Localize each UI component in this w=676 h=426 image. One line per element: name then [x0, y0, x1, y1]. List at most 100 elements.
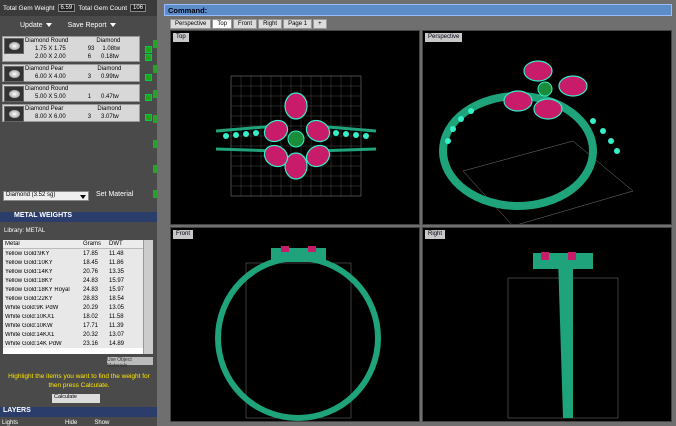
- gem-group-4[interactable]: Diamond Pear Diamond 8.00 X 6.00 3 3.07tw: [2, 104, 152, 122]
- table-row[interactable]: White Gold:10KW 17.71 11.39: [3, 321, 143, 330]
- table-cell: Yellow Gold:18KY: [5, 277, 53, 284]
- gem-tw: 0.47tw: [101, 94, 119, 100]
- gem-size: 2.00 X 2.00: [35, 54, 66, 60]
- table-row[interactable]: White Gold:14K PdW 23.16 14.89: [3, 339, 143, 348]
- table-cell: 15.97: [109, 277, 125, 284]
- table-row[interactable]: Yellow Gold:18KY 24.83 15.97: [3, 276, 143, 285]
- gem-title: Diamond Round: [25, 38, 69, 44]
- side-toggle-icon[interactable]: [153, 115, 157, 123]
- table-cell: 11.48: [109, 250, 124, 257]
- tab-3[interactable]: Right: [258, 19, 283, 29]
- layer-lights-label[interactable]: Lights: [2, 420, 18, 426]
- gem-actions: Update Save Report: [0, 18, 157, 32]
- show-button[interactable]: Show: [94, 420, 109, 426]
- viewport-right[interactable]: Right: [422, 227, 672, 422]
- setting-head-front: [271, 248, 326, 262]
- table-row[interactable]: Yellow Gold:22KY 28.83 18.54: [3, 294, 143, 303]
- material-select[interactable]: Diamond (3.52 sg): [3, 191, 89, 201]
- gem-qty: 3: [87, 74, 92, 80]
- table-cell: Yellow Gold:22KY: [5, 295, 53, 302]
- select-arrow-icon[interactable]: [145, 114, 152, 121]
- gem-type: Diamond: [97, 66, 122, 72]
- tab-2[interactable]: Front: [233, 19, 258, 29]
- side-toggle-icon[interactable]: [153, 165, 157, 173]
- table-cell: White Gold:14K PdW: [5, 340, 62, 347]
- tab-1[interactable]: Top: [212, 19, 233, 29]
- side-toggle-icon[interactable]: [153, 90, 157, 98]
- gem-qty: 93: [87, 46, 95, 52]
- gem-group-2[interactable]: Diamond Pear Diamond 6.00 X 4.00 3 0.99tw: [2, 64, 152, 82]
- table-cell: 20.29: [83, 304, 99, 311]
- table-cell: 24.83: [83, 277, 99, 284]
- tab-5[interactable]: +: [313, 19, 327, 29]
- top-view-render: [215, 75, 377, 197]
- table-cell: 17.71: [83, 322, 99, 329]
- gem-tw: 0.18tw: [101, 54, 119, 60]
- material-select-value: Diamond (3.52 sg): [6, 192, 56, 198]
- gem-weight-label: Total Gem Weight: [3, 4, 55, 12]
- table-cell: 24.83: [83, 286, 99, 293]
- ring-band-front: [215, 255, 381, 421]
- table-row[interactable]: White Gold:10KX1 18.02 11.58: [3, 312, 143, 321]
- gem-tw: 3.07tw: [101, 114, 119, 120]
- table-header: Metal Grams DWT: [3, 240, 143, 249]
- update-button[interactable]: Update: [20, 22, 43, 29]
- side-toggle-icon[interactable]: [153, 65, 157, 73]
- gem-type: Diamond: [97, 106, 122, 112]
- table-scrollbar[interactable]: [143, 240, 153, 354]
- chevron-down-icon: [80, 195, 86, 199]
- table-cell: 17.85: [83, 250, 99, 257]
- table-row[interactable]: White Gold:9K PdW 20.29 13.05: [3, 303, 143, 312]
- tab-4[interactable]: Page 1: [283, 19, 313, 29]
- gem-title: Diamond Pear: [25, 106, 64, 112]
- diamond-pear-icon: [4, 66, 24, 82]
- table-row[interactable]: Yellow Gold:14KY 20.76 13.35: [3, 267, 143, 276]
- library-label: Library: METAL: [4, 228, 46, 234]
- calculate-label: Calculate: [54, 394, 77, 400]
- gem-type: Diamond: [96, 38, 121, 44]
- viewport-front[interactable]: Front: [170, 227, 420, 422]
- table-cell: 18.02: [83, 313, 99, 320]
- metal-table[interactable]: Metal Grams DWT Yellow Gold:9KY 17.85 11.4…: [3, 240, 143, 354]
- save-report-dropdown-icon[interactable]: [109, 23, 116, 27]
- set-material-button[interactable]: Set Material: [96, 191, 133, 198]
- side-toggle-icon[interactable]: [153, 190, 157, 198]
- col-metal[interactable]: Metal: [3, 241, 83, 247]
- table-row[interactable]: Yellow Gold:9KY 17.85 11.48: [3, 249, 143, 258]
- table-cell: White Gold:9K PdW: [5, 304, 59, 311]
- update-dropdown-icon[interactable]: [45, 23, 52, 27]
- table-cell: 23.16: [83, 340, 99, 347]
- side-toggle-icon[interactable]: [153, 140, 157, 148]
- select-arrow-icon[interactable]: [145, 94, 152, 101]
- col-dwt[interactable]: DWT: [109, 241, 139, 247]
- table-cell: 13.05: [109, 304, 125, 311]
- gem-title: Diamond Pear: [25, 66, 64, 72]
- calculate-select[interactable]: Calculate: [52, 394, 100, 403]
- col-grams[interactable]: Grams: [83, 241, 109, 247]
- workspace: Command: Perspective Top Front Right Page 1 +…: [160, 0, 676, 426]
- viewport-top[interactable]: Top: [170, 30, 420, 225]
- gem-weight-value: 6.59: [57, 4, 76, 12]
- gem-qty: 6: [87, 54, 92, 60]
- table-row[interactable]: Yellow Gold:10KY 18.45 11.86: [3, 258, 143, 267]
- command-bar[interactable]: Command:: [164, 4, 672, 16]
- viewport-perspective[interactable]: Perspective: [422, 30, 672, 225]
- side-toggle-icon[interactable]: [153, 40, 157, 48]
- gem-group-3[interactable]: Diamond Round 5.00 X 5.00 1 0.47tw: [2, 84, 152, 102]
- table-cell: Yellow Gold:18KY Royal: [5, 286, 70, 293]
- table-row[interactable]: White Gold:14KX1 20.32 13.07: [3, 330, 143, 339]
- use-object-materials[interactable]: Use Object Materials: [107, 357, 153, 369]
- hide-button[interactable]: Hide: [65, 420, 77, 426]
- gem-group-1[interactable]: Diamond Round Diamond 1.75 X 1.75 93 1.08tw…: [2, 36, 152, 62]
- tab-0[interactable]: Perspective: [170, 19, 212, 29]
- select-arrow-icon[interactable]: [145, 46, 152, 53]
- select-arrow-icon[interactable]: [145, 74, 152, 81]
- layers-header[interactable]: LAYERS: [0, 407, 157, 417]
- metal-weights-header[interactable]: METAL WEIGHTS: [0, 212, 157, 222]
- save-report-button[interactable]: Save Report: [68, 22, 107, 29]
- table-row[interactable]: Yellow Gold:18KY Royal 24.83 15.97: [3, 285, 143, 294]
- gem-qty: 3: [87, 114, 92, 120]
- gem-count-value: 106: [130, 4, 147, 12]
- select-arrow-icon[interactable]: [145, 54, 152, 61]
- diamond-round-icon: [4, 38, 24, 54]
